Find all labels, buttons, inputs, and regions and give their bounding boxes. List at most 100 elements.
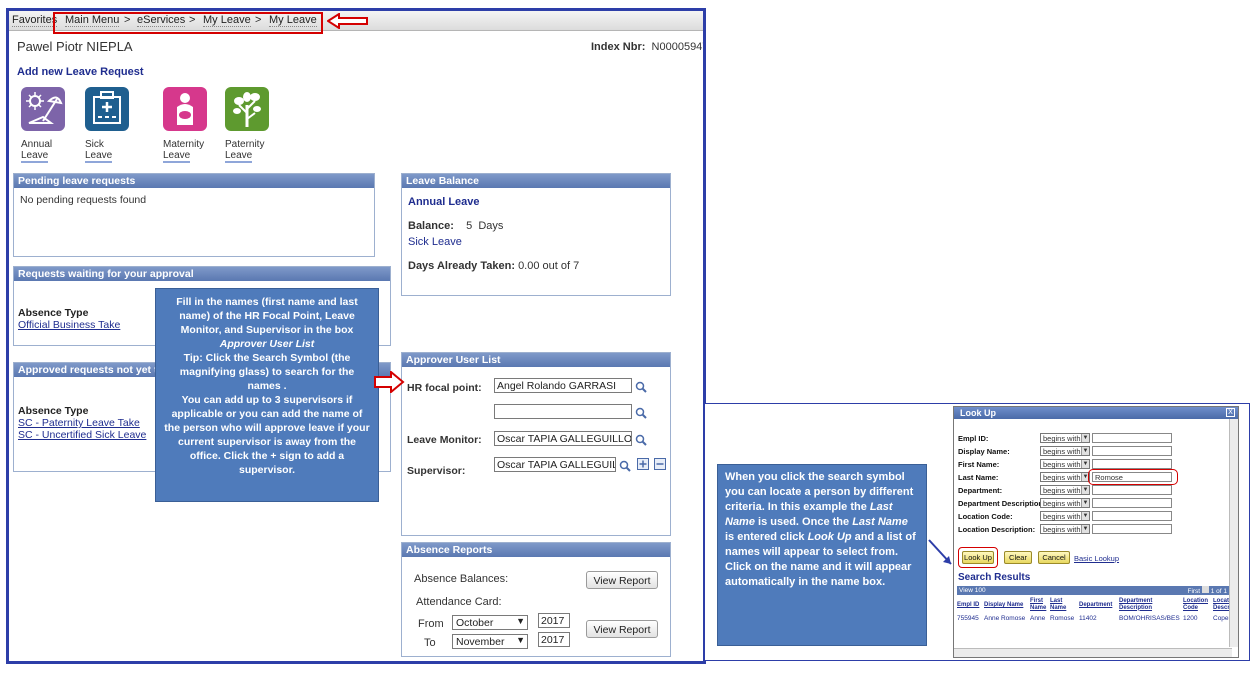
leave-monitor-input[interactable]: Oscar TAPIA GALLEGUILLOS (494, 431, 632, 446)
search-icon[interactable] (635, 434, 647, 446)
lookup-instructions-callout: When you click the search symbol you can… (717, 464, 927, 646)
lookup-operator-select[interactable]: begins with ▼ (1040, 446, 1090, 456)
lookup-operator-select[interactable]: begins with ▼ (1040, 433, 1090, 443)
maternity-leave-tile[interactable] (163, 87, 207, 131)
balance-row: Balance: 5 Days (408, 220, 504, 232)
supervisor-input[interactable]: Oscar TAPIA GALLEGUILL (494, 457, 616, 472)
lookup-field-input[interactable] (1092, 511, 1172, 521)
lookup-title: Look Up (954, 407, 1238, 419)
from-month-select[interactable]: October ▼ (452, 615, 528, 630)
leave-balance-panel: Leave Balance Annual Leave Balance: 5 Da… (401, 173, 671, 296)
awaiting-item[interactable]: Official Business Take (18, 319, 120, 331)
search-icon[interactable] (619, 460, 631, 472)
basic-lookup-link[interactable]: Basic Lookup (1074, 554, 1119, 563)
panel-title: Requests waiting for your approval (14, 267, 390, 281)
view-report-button[interactable]: View Report (586, 620, 658, 638)
lookup-operator-select[interactable]: begins with ▼ (1040, 498, 1090, 508)
lookup-field-label: Department: (958, 486, 1003, 495)
lookup-field-label: Location Description: (958, 525, 1036, 534)
column-header[interactable]: Location Code (1183, 598, 1211, 611)
lookup-field-label: Last Name: (958, 473, 999, 482)
look-up-highlight (958, 547, 998, 568)
view-all-link[interactable]: View 100 (959, 587, 986, 594)
approver-instructions-callout: Fill in the names (first name and last n… (155, 288, 379, 502)
annual-leave-tile[interactable] (21, 87, 65, 131)
pointer-arrow-icon (928, 539, 952, 565)
approved-item[interactable]: SC - Uncertified Sick Leave (18, 429, 146, 441)
hr-focal-input[interactable]: Angel Rolando GARRASI (494, 378, 632, 393)
to-month-select[interactable]: November ▼ (452, 634, 528, 649)
left-arrow-icon (327, 13, 368, 29)
view-report-button[interactable]: View Report (586, 571, 658, 589)
clear-button[interactable]: Clear (1004, 551, 1032, 564)
column-header[interactable]: Empl ID (957, 602, 979, 609)
add-leave-title: Add new Leave Request (17, 66, 144, 78)
lookup-field-label: Empl ID: (958, 434, 989, 443)
pending-requests-panel: Pending leave requests No pending reques… (13, 173, 375, 257)
last-name-highlight (1088, 469, 1178, 485)
sick-leave-heading: Sick Leave (408, 236, 462, 248)
annual-leave-icon (26, 92, 63, 124)
maternity-leave-label[interactable]: Maternity Leave (163, 139, 204, 163)
attendance-card-label: Attendance Card: (416, 596, 502, 608)
horizontal-scrollbar[interactable] (954, 648, 1232, 657)
supervisor-label: Supervisor: (407, 465, 466, 477)
column-header[interactable]: Department (1079, 602, 1112, 609)
column-header[interactable]: Display Name (984, 602, 1023, 609)
sick-leave-tile[interactable] (85, 87, 129, 131)
search-icon[interactable] (635, 407, 647, 419)
column-header[interactable]: Department Description (1119, 598, 1169, 611)
sick-leave-icon (93, 91, 121, 124)
lookup-field-input[interactable] (1092, 524, 1172, 534)
absence-type-header: Absence Type (18, 307, 89, 319)
prev-icon[interactable] (1201, 586, 1209, 593)
lookup-field-input[interactable] (1092, 433, 1172, 443)
nav-favorites[interactable]: Favorites (12, 14, 58, 27)
lookup-dialog: Look Up X Empl ID: begins with ▼ Display … (953, 406, 1239, 658)
paternity-leave-icon (233, 92, 261, 127)
from-year-input[interactable]: 2017 (538, 613, 570, 628)
to-year-input[interactable]: 2017 (538, 632, 570, 647)
lookup-operator-select[interactable]: begins with ▼ (1040, 485, 1090, 495)
lookup-field-input[interactable] (1092, 459, 1172, 469)
lookup-operator-select[interactable]: begins with ▼ (1040, 524, 1090, 534)
close-icon[interactable]: X (1226, 408, 1235, 417)
paternity-leave-label[interactable]: Paternity Leave (225, 139, 264, 163)
hr-focal-input-extra[interactable] (494, 404, 632, 419)
lookup-field-input[interactable] (1092, 485, 1172, 495)
maternity-leave-icon (177, 93, 193, 125)
results-nav-bar: View 100 First 1 of 1 (957, 586, 1231, 595)
user-name: Pawel Piotr NIEPLA (17, 39, 133, 54)
add-icon[interactable] (637, 458, 649, 470)
panel-title: Leave Balance (402, 174, 670, 188)
approved-item[interactable]: SC - Paternity Leave Take (18, 417, 140, 429)
lookup-field-label: Display Name: (958, 447, 1010, 456)
column-header[interactable]: Last Name (1050, 598, 1072, 611)
column-header[interactable]: First Name (1030, 598, 1048, 611)
vertical-scrollbar[interactable] (1229, 419, 1238, 647)
lookup-operator-select[interactable]: begins with ▼ (1040, 511, 1090, 521)
lookup-field-input[interactable] (1092, 498, 1172, 508)
absence-type-header: Absence Type (18, 405, 89, 417)
cancel-button[interactable]: Cancel (1038, 551, 1070, 564)
lookup-field-input[interactable] (1092, 446, 1172, 456)
lookup-operator-select[interactable]: begins with ▼ (1040, 459, 1090, 469)
panel-title: Absence Reports (402, 543, 670, 557)
results-pager: First 1 of 1 (1187, 586, 1227, 595)
approver-user-list-panel: Approver User List HR focal point: Angel… (401, 352, 671, 536)
index-number: Index Nbr: N000059474 (591, 41, 703, 53)
remove-icon[interactable] (654, 458, 666, 470)
results-row[interactable]: 755945 Anne Romose Anne Romose 11402 BOM… (957, 614, 1231, 623)
annual-leave-label[interactable]: Annual Leave (21, 139, 52, 163)
lookup-example-frame: When you click the search symbol you can… (704, 403, 1250, 661)
absence-reports-panel: Absence Reports Absence Balances: View R… (401, 542, 671, 657)
lookup-field-label: Department Description: (958, 499, 1046, 508)
lookup-operator-select[interactable]: begins with ▼ (1040, 472, 1090, 482)
sick-leave-label[interactable]: Sick Leave (85, 139, 113, 163)
paternity-leave-tile[interactable] (225, 87, 269, 131)
hr-focal-label: HR focal point: (407, 382, 482, 394)
breadcrumb-highlight (53, 12, 323, 34)
from-label: From (418, 618, 444, 630)
search-icon[interactable] (635, 381, 647, 393)
annual-leave-heading: Annual Leave (408, 196, 480, 208)
